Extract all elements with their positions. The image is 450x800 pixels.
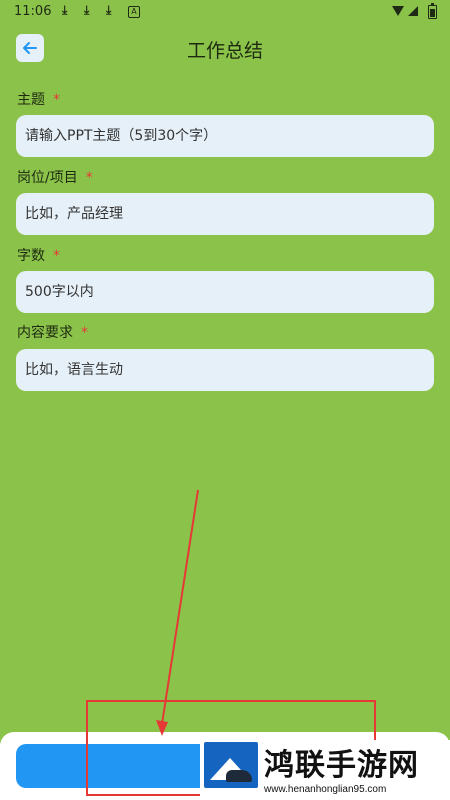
annotation-arrow xyxy=(156,489,199,736)
watermark-logo-icon xyxy=(204,742,258,788)
watermark: 鸿联手游网 www.henanhonglian95.com xyxy=(200,740,450,800)
watermark-url: www.henanhonglian95.com xyxy=(264,784,387,795)
watermark-title: 鸿联手游网 xyxy=(264,748,419,783)
